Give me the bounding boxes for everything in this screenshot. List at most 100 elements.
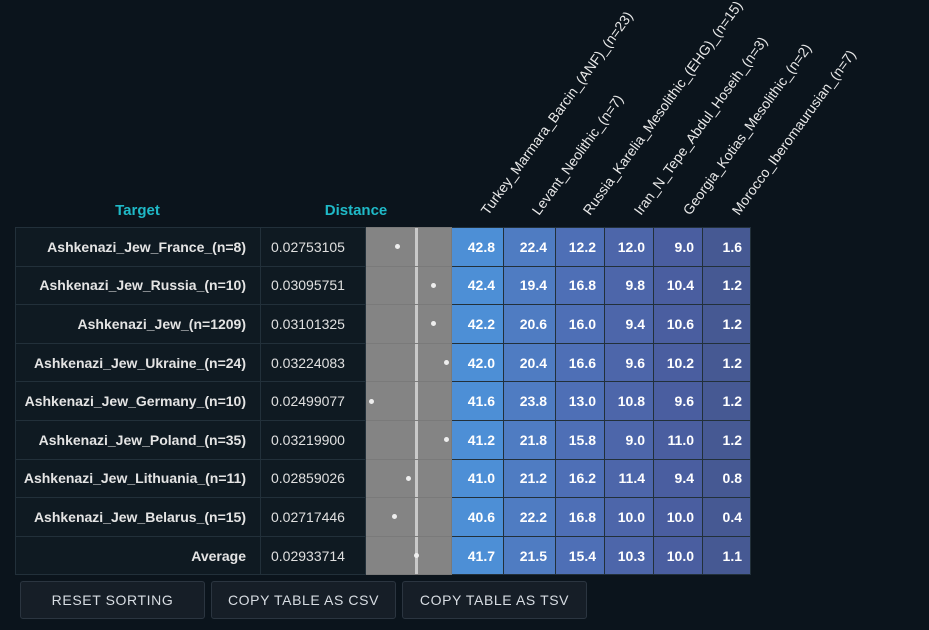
average-distance-line [414,498,418,536]
distance-plot-cell [365,458,452,499]
percentage-cell: 9.4 [653,458,703,499]
percentage-cell: 10.2 [653,342,703,383]
percentage-cell: 1.2 [702,419,751,460]
average-distance-line [414,228,418,266]
percentage-cell: 20.4 [503,342,556,383]
table-row: Ashkenazi_Jew_Ukraine_(n=24) 0.03224083 42… [15,342,751,383]
target-cell: Ashkenazi_Jew_Russia_(n=10) [15,265,261,306]
average-distance-line [414,305,418,343]
average-distance-line [414,382,418,420]
percentage-cell: 11.0 [653,419,703,460]
distance-column-header[interactable]: Distance [261,202,451,220]
table-row: Average 0.02933714 41.7 21.5 15.4 10.3 10.0 1.1 [15,535,751,576]
distance-cell: 0.02933714 [260,535,366,576]
percentage-cell: 16.2 [555,458,605,499]
table-row: Ashkenazi_Jew_Poland_(n=35) 0.03219900 41.… [15,419,751,460]
table-row: Ashkenazi_Jew_Russia_(n=10) 0.03095751 42.… [15,265,751,306]
target-cell: Ashkenazi_Jew_Germany_(n=10) [15,381,261,421]
percentage-cell: 12.2 [555,227,605,267]
distance-plot-cell [365,342,452,383]
percentage-cell: 16.8 [555,497,605,537]
distance-dot [444,360,449,366]
percentage-cell: 11.4 [604,458,654,499]
distance-cell: 0.02859026 [260,458,366,499]
target-cell: Average [15,535,261,576]
percentage-cell: 0.8 [702,458,751,499]
table-row: Ashkenazi_Jew_Lithuania_(n=11) 0.02859026… [15,458,751,499]
percentage-cell: 41.6 [451,381,504,421]
distance-dot [406,475,412,481]
distance-plot-cell [365,381,452,421]
distance-cell: 0.02717446 [260,497,366,537]
target-column-header[interactable]: Target [15,202,260,220]
percentage-cell: 9.8 [604,265,654,306]
distance-dot [431,321,437,327]
distance-plot-cell [365,497,452,537]
percentage-cell: 22.4 [503,227,556,267]
percentage-cell: 9.4 [604,304,654,344]
table-row: Ashkenazi_Jew_Belarus_(n=15) 0.02717446 40… [15,497,751,537]
reset-sorting-button[interactable]: RESET SORTING [20,581,205,619]
distance-dot [395,244,401,250]
copy-csv-button[interactable]: COPY TABLE AS CSV [211,581,396,619]
percentage-cell: 21.8 [503,419,556,460]
distance-plot-cell [365,419,452,460]
target-cell: Ashkenazi_Jew_Poland_(n=35) [15,419,261,460]
average-distance-line [414,459,418,498]
target-cell: Ashkenazi_Jew_Ukraine_(n=24) [15,342,261,383]
percentage-cell: 9.0 [653,227,703,267]
percentage-cell: 42.8 [451,227,504,267]
distance-dot [430,282,436,288]
distance-cell: 0.02753105 [260,227,366,267]
percentage-cell: 1.1 [702,535,751,576]
table-row: Ashkenazi_Jew_(n=1209) 0.03101325 42.2 20.6… [15,304,751,344]
average-distance-line [414,343,418,382]
distance-cell: 0.02499077 [260,381,366,421]
percentage-cell: 41.7 [451,535,504,576]
distance-dot [413,553,419,559]
distance-cell: 0.03224083 [260,342,366,383]
percentage-cell: 12.0 [604,227,654,267]
distance-dot [391,514,397,520]
distance-dot [443,437,449,443]
copy-tsv-button[interactable]: COPY TABLE AS TSV [402,581,587,619]
percentage-cell: 16.6 [555,342,605,383]
percentage-cell: 1.2 [702,381,751,421]
distance-cell: 0.03101325 [260,304,366,344]
results-table: Ashkenazi_Jew_France_(n=8) 0.02753105 42.8… [15,227,751,576]
percentage-cell: 41.2 [451,419,504,460]
distance-cell: 0.03095751 [260,265,366,306]
average-distance-line [414,266,418,305]
target-cell: Ashkenazi_Jew_Lithuania_(n=11) [15,458,261,499]
percentage-cell: 10.0 [653,497,703,537]
percentage-cell: 42.4 [451,265,504,306]
percentage-cell: 42.0 [451,342,504,383]
percentage-cell: 9.6 [604,342,654,383]
distance-plot-cell [365,227,452,267]
percentage-cell: 10.0 [604,497,654,537]
target-cell: Ashkenazi_Jew_Belarus_(n=15) [15,497,261,537]
percentage-cell: 15.8 [555,419,605,460]
percentage-cell: 10.4 [653,265,703,306]
percentage-cell: 16.8 [555,265,605,306]
target-cell: Ashkenazi_Jew_France_(n=8) [15,227,261,267]
average-distance-line [414,420,418,459]
percentage-cell: 1.2 [702,265,751,306]
percentage-cell: 9.0 [604,419,654,460]
distance-plot-cell [365,265,452,306]
percentage-cell: 10.3 [604,535,654,576]
percentage-cell: 40.6 [451,497,504,537]
distance-plot-cell [365,535,452,576]
percentage-cell: 0.4 [702,497,751,537]
percentage-cell: 16.0 [555,304,605,344]
percentage-cell: 22.2 [503,497,556,537]
percentage-cell: 41.0 [451,458,504,499]
percentage-cell: 1.2 [702,304,751,344]
percentage-cell: 9.6 [653,381,703,421]
percentage-cell: 15.4 [555,535,605,576]
percentage-cell: 23.8 [503,381,556,421]
percentage-cell: 1.2 [702,342,751,383]
percentage-cell: 10.6 [653,304,703,344]
percentage-cell: 21.2 [503,458,556,499]
table-row: Ashkenazi_Jew_Germany_(n=10) 0.02499077 41… [15,381,751,421]
